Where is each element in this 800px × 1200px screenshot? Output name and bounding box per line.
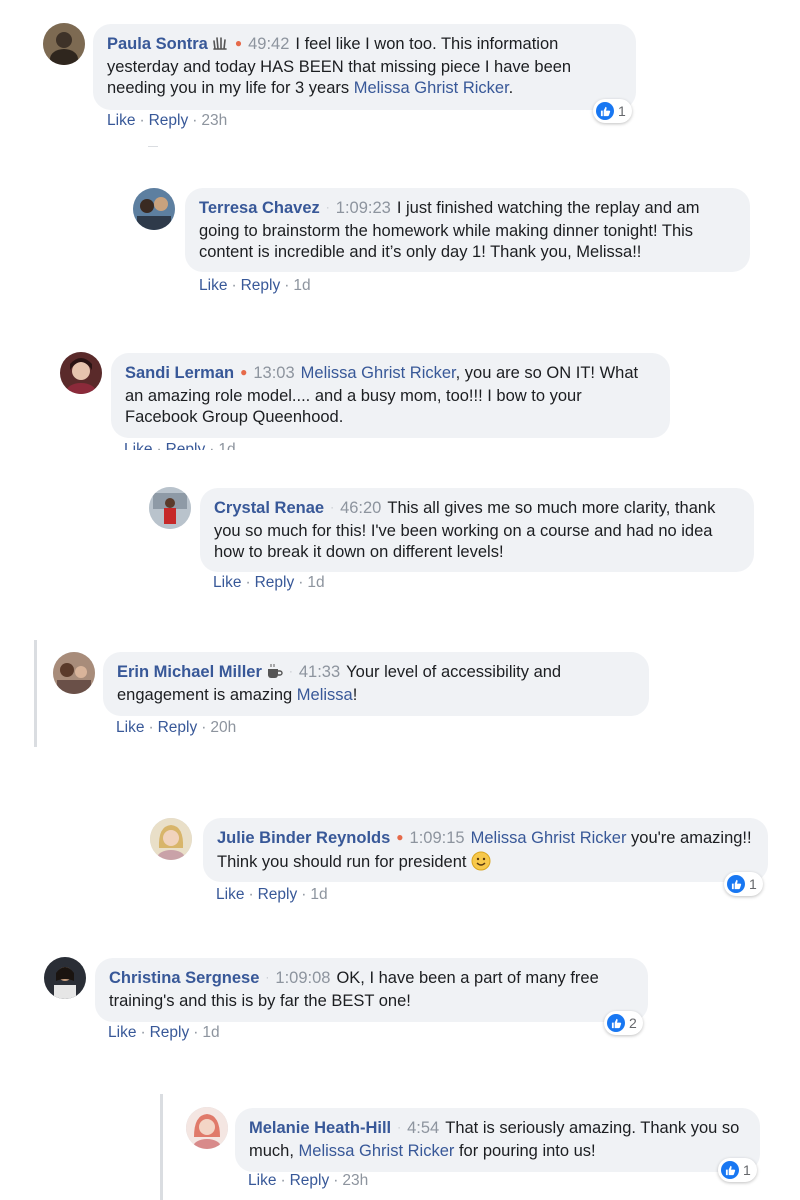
thumbs-up-icon: [727, 875, 745, 893]
comment-bubble: Crystal Renae · 46:20 This all gives me so …: [200, 488, 754, 572]
comment-actions: Like · Reply · 1d: [213, 574, 325, 591]
like-link[interactable]: Like: [108, 1024, 136, 1041]
mention-link[interactable]: Melissa Ghrist Ricker: [471, 829, 627, 847]
like-link[interactable]: Like: [107, 112, 135, 129]
reaction-number: 1: [743, 1162, 751, 1178]
separator-dot: ·: [325, 200, 330, 214]
separator-dot: ●: [396, 830, 404, 844]
like-link[interactable]: Like: [213, 574, 241, 591]
comment-actions: Like · Reply · 23h: [107, 112, 228, 129]
comment-timestamp[interactable]: 1:09:08: [275, 969, 330, 987]
comment-bubble: Julie Binder Reynolds ● 1:09:15 Melissa Ghr…: [203, 818, 768, 882]
author-name[interactable]: Sandi Lerman: [125, 364, 234, 382]
comment-timestamp[interactable]: 46:20: [340, 499, 381, 517]
comment-bubble: Sandi Lerman ● 13:03 Melissa Ghrist Ricker,…: [111, 353, 670, 438]
smiling-face-icon: [471, 851, 491, 870]
avatar[interactable]: [60, 352, 102, 394]
reply-link[interactable]: Reply: [150, 1024, 190, 1041]
like-link[interactable]: Like: [124, 441, 152, 450]
comment-text-end: !: [352, 685, 358, 704]
waving-hand-icon: [213, 37, 227, 50]
reply-link[interactable]: Reply: [290, 1172, 330, 1189]
comment-bubble: Christina Sergnese · 1:09:08 OK, I have bee…: [95, 958, 648, 1022]
reply-link[interactable]: Reply: [255, 574, 295, 591]
author-name[interactable]: Crystal Renae: [214, 499, 324, 517]
reaction-count[interactable]: 1: [593, 99, 632, 123]
like-link[interactable]: Like: [116, 719, 144, 736]
reply-link[interactable]: Reply: [158, 719, 198, 736]
comment-age[interactable]: 1d: [218, 441, 235, 450]
like-link[interactable]: Like: [248, 1172, 276, 1189]
comment-bubble: Paula Sontra ● 49:42 I feel like I won too.…: [93, 24, 636, 110]
mention-link[interactable]: Melissa Ghrist Ricker: [301, 364, 456, 382]
comment-actions: Like · Reply · 1d: [199, 277, 311, 294]
comment-age[interactable]: 1d: [293, 277, 310, 294]
comment-age[interactable]: 23h: [342, 1172, 368, 1189]
separator-dot: ·: [397, 1120, 402, 1134]
avatar[interactable]: [53, 652, 95, 694]
comment-actions: Like · Reply · 20h: [116, 719, 237, 736]
like-link[interactable]: Like: [216, 886, 244, 903]
avatar[interactable]: [186, 1107, 228, 1149]
comment-actions: Like · Reply · 1d: [124, 441, 236, 450]
reaction-count[interactable]: 2: [604, 1011, 643, 1035]
thread-highlight-bar: [34, 640, 37, 747]
coffee-cup-icon: [267, 664, 283, 678]
comment-timestamp[interactable]: 1:09:23: [336, 199, 391, 217]
comment-age[interactable]: 1d: [202, 1024, 219, 1041]
comment-bubble: Melanie Heath-Hill · 4:54 That is seriously…: [235, 1108, 760, 1172]
thumbs-up-icon: [721, 1161, 739, 1179]
author-name[interactable]: Paula Sontra: [107, 35, 208, 53]
comment-actions: Like · Reply · 23h: [248, 1172, 369, 1189]
comment-age[interactable]: 1d: [310, 886, 327, 903]
thumbs-up-icon: [607, 1014, 625, 1032]
reaction-number: 1: [749, 876, 757, 892]
mention-link[interactable]: Melissa: [297, 686, 353, 704]
reply-link[interactable]: Reply: [149, 112, 189, 129]
comment-bubble: Erin Michael Miller · 41:33 Your level of a…: [103, 652, 649, 716]
separator-dot: ·: [330, 500, 335, 514]
mention-link[interactable]: Melissa Ghrist Ricker: [354, 79, 509, 97]
avatar[interactable]: [133, 188, 175, 230]
avatar[interactable]: [44, 957, 86, 999]
separator-dot: ·: [288, 664, 293, 678]
author-name[interactable]: Erin Michael Miller: [117, 663, 262, 681]
comment-timestamp[interactable]: 49:42: [248, 35, 289, 53]
comment-text-end: .: [508, 79, 514, 97]
avatar[interactable]: [149, 487, 191, 529]
like-link[interactable]: Like: [199, 277, 227, 294]
comment-timestamp[interactable]: 41:33: [299, 663, 340, 681]
avatar[interactable]: [43, 23, 85, 65]
reply-link[interactable]: Reply: [258, 886, 298, 903]
reaction-number: 1: [618, 103, 626, 119]
author-name[interactable]: Terresa Chavez: [199, 199, 320, 217]
comment-actions: Like · Reply · 1d: [216, 886, 328, 903]
mention-link[interactable]: Melissa Ghrist Ricker: [299, 1142, 455, 1160]
comment-age[interactable]: 20h: [210, 719, 236, 736]
reaction-count[interactable]: 1: [724, 872, 763, 896]
reaction-count[interactable]: 1: [718, 1158, 757, 1182]
separator-dot: ·: [265, 970, 270, 984]
separator-dot: ●: [240, 365, 248, 379]
divider: [148, 146, 158, 147]
thumbs-up-icon: [596, 102, 614, 120]
author-name[interactable]: Melanie Heath-Hill: [249, 1119, 391, 1137]
reply-link[interactable]: Reply: [241, 277, 281, 294]
author-name[interactable]: Julie Binder Reynolds: [217, 829, 390, 847]
comment-age[interactable]: 1d: [307, 574, 324, 591]
comment-timestamp[interactable]: 4:54: [407, 1119, 439, 1137]
reaction-number: 2: [629, 1015, 637, 1031]
comment-bubble: Terresa Chavez · 1:09:23 I just finished wa…: [185, 188, 750, 272]
comment-age[interactable]: 23h: [201, 112, 227, 129]
avatar[interactable]: [150, 818, 192, 860]
reply-link[interactable]: Reply: [166, 441, 206, 450]
thread-highlight-bar: [160, 1094, 163, 1200]
comment-text-end: for pouring into us!: [454, 1141, 596, 1160]
comment-timestamp[interactable]: 13:03: [253, 364, 294, 382]
author-name[interactable]: Christina Sergnese: [109, 969, 259, 987]
separator-dot: ●: [234, 36, 243, 50]
comment-actions: Like · Reply · 1d: [108, 1024, 220, 1041]
comment-timestamp[interactable]: 1:09:15: [410, 829, 465, 847]
